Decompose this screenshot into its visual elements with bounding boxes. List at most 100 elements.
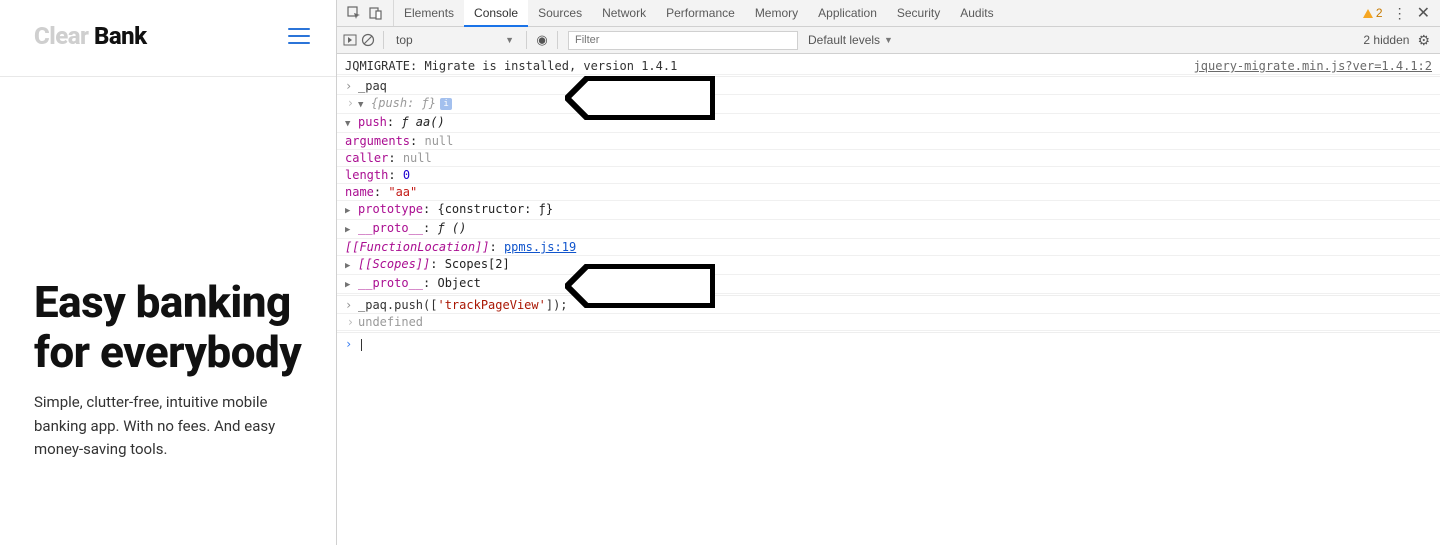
info-badge-icon[interactable]: i (440, 98, 452, 110)
hidden-count: 2 hidden (1363, 33, 1409, 47)
source-link[interactable]: ppms.js:19 (504, 240, 576, 254)
output-arrow-icon: ‹ (345, 95, 354, 111)
prop-key: prototype (358, 202, 423, 216)
prompt-chevron-icon: › (345, 336, 354, 352)
object-property-row: length: 0 (337, 167, 1440, 184)
live-expression-icon[interactable]: ◉ (533, 32, 551, 48)
prop-value: ƒ aa() (401, 115, 444, 129)
toggle-sidebar-icon[interactable] (341, 33, 359, 47)
expand-toggle-icon[interactable]: ▶ (345, 258, 354, 274)
tabs-right-controls: 2 ⋮ ✕ (1363, 0, 1440, 26)
devtools-panel: Elements Console Sources Network Perform… (337, 0, 1440, 545)
input-text-pre: _paq.push([ (358, 298, 437, 312)
input-text: _paq (358, 79, 387, 93)
prop-value: "aa" (388, 185, 417, 199)
hero-title: Easy banking for everybody (34, 277, 302, 377)
hero-subtitle: Simple, clutter-free, intuitive mobile b… (34, 391, 302, 461)
expand-toggle-icon[interactable]: ▶ (345, 222, 354, 238)
output-arrow-icon: ‹ (345, 314, 354, 330)
prop-key: arguments (345, 134, 410, 148)
object-property-row[interactable]: ▶__proto__: Object (337, 275, 1440, 294)
object-preview: {push: ƒ} (371, 96, 436, 110)
expand-toggle-icon[interactable]: ▼ (345, 116, 354, 132)
devtools-menu-icon[interactable]: ⋮ (1393, 5, 1407, 22)
tab-audits[interactable]: Audits (950, 0, 1003, 26)
object-property-row: [[FunctionLocation]]: ppms.js:19 (337, 239, 1440, 256)
prop-value: null (403, 151, 432, 165)
expand-toggle-icon[interactable]: ▶ (345, 277, 354, 293)
prop-value: Scopes[2] (445, 257, 510, 271)
context-label: top (396, 33, 413, 47)
tab-application[interactable]: Application (808, 0, 887, 26)
prop-value: null (424, 134, 453, 148)
inspect-icons (337, 0, 394, 26)
prop-key: __proto__ (358, 221, 423, 235)
input-text-post: ]); (546, 298, 568, 312)
site-header: Clear Bank (0, 0, 336, 77)
text-cursor (361, 339, 362, 351)
device-toolbar-icon[interactable] (369, 6, 383, 20)
expand-toggle-icon[interactable]: ▼ (358, 97, 367, 113)
object-property-row[interactable]: ▶prototype: {constructor: ƒ} (337, 201, 1440, 220)
prop-key: push (358, 115, 387, 129)
devtools-close-icon[interactable]: ✕ (1417, 3, 1430, 23)
console-output-row[interactable]: ‹▼ {push: ƒ} i (337, 95, 1440, 114)
output-undefined: undefined (358, 315, 423, 329)
tab-console[interactable]: Console (464, 0, 528, 27)
object-property-row[interactable]: ▶__proto__: ƒ () (337, 220, 1440, 239)
chevron-down-icon: ▼ (505, 35, 514, 45)
tab-list: Elements Console Sources Network Perform… (394, 0, 1004, 26)
logo-word-clear: Clear (34, 22, 88, 50)
prop-key: name (345, 185, 374, 199)
console-output: JQMIGRATE: Migrate is installed, version… (337, 54, 1440, 545)
source-link[interactable]: jquery-migrate.min.js?ver=1.4.1:2 (1194, 58, 1432, 74)
clear-console-icon[interactable] (359, 33, 377, 47)
warning-count: 2 (1376, 6, 1383, 20)
hamburger-menu-icon[interactable] (288, 28, 310, 44)
object-property-row[interactable]: ▶[[Scopes]]: Scopes[2] (337, 256, 1440, 275)
tab-security[interactable]: Security (887, 0, 950, 26)
prop-key: length (345, 168, 388, 182)
prop-value: 0 (403, 168, 410, 182)
app-root: Clear Bank Easy banking for everybody Si… (0, 0, 1440, 545)
object-property-row[interactable]: ▼push: ƒ aa() (337, 114, 1440, 133)
console-input-row: › _paq (337, 78, 1440, 95)
warnings-badge[interactable]: 2 (1363, 6, 1383, 20)
tab-performance[interactable]: Performance (656, 0, 745, 26)
tab-sources[interactable]: Sources (528, 0, 592, 26)
log-levels-select[interactable]: Default levels ▼ (798, 33, 903, 47)
expand-toggle-icon[interactable]: ▶ (345, 203, 354, 219)
website-panel: Clear Bank Easy banking for everybody Si… (0, 0, 337, 545)
devtools-tabs-bar: Elements Console Sources Network Perform… (337, 0, 1440, 27)
toolbar-right: 2 hidden ⚙ (1363, 32, 1436, 49)
object-property-row: name: "aa" (337, 184, 1440, 201)
object-property-row: caller: null (337, 150, 1440, 167)
execution-context-select[interactable]: top ▼ (390, 33, 520, 47)
prop-value: Object (437, 276, 480, 290)
log-message: JQMIGRATE: Migrate is installed, version… (345, 58, 677, 74)
console-output-row: ‹ undefined (337, 314, 1440, 331)
prop-key: caller (345, 151, 388, 165)
console-log-row: JQMIGRATE: Migrate is installed, version… (337, 58, 1440, 75)
console-prompt[interactable]: › (337, 334, 1440, 354)
tab-network[interactable]: Network (592, 0, 656, 26)
input-chevron-icon: › (345, 78, 354, 94)
levels-label: Default levels (808, 33, 880, 47)
input-chevron-icon: › (345, 297, 354, 313)
console-settings-icon[interactable]: ⚙ (1417, 32, 1430, 49)
inspect-element-icon[interactable] (347, 6, 361, 20)
tab-memory[interactable]: Memory (745, 0, 808, 26)
console-toolbar: top ▼ ◉ Default levels ▼ 2 hidden ⚙ (337, 27, 1440, 54)
chevron-down-icon: ▼ (884, 35, 893, 45)
filter-input[interactable] (568, 31, 798, 50)
object-property-row: arguments: null (337, 133, 1440, 150)
prop-key: [[Scopes]] (358, 257, 430, 271)
console-input-row: ›_paq.push(['trackPageView']); (337, 297, 1440, 314)
tab-elements[interactable]: Elements (394, 0, 464, 26)
site-logo[interactable]: Clear Bank (34, 22, 147, 50)
prop-value: {constructor: ƒ} (437, 202, 553, 216)
prop-value: ƒ () (437, 221, 466, 235)
prop-key: [[FunctionLocation]] (345, 240, 490, 254)
logo-word-bank: Bank (88, 22, 146, 50)
hero-section: Easy banking for everybody Simple, clutt… (0, 77, 336, 461)
